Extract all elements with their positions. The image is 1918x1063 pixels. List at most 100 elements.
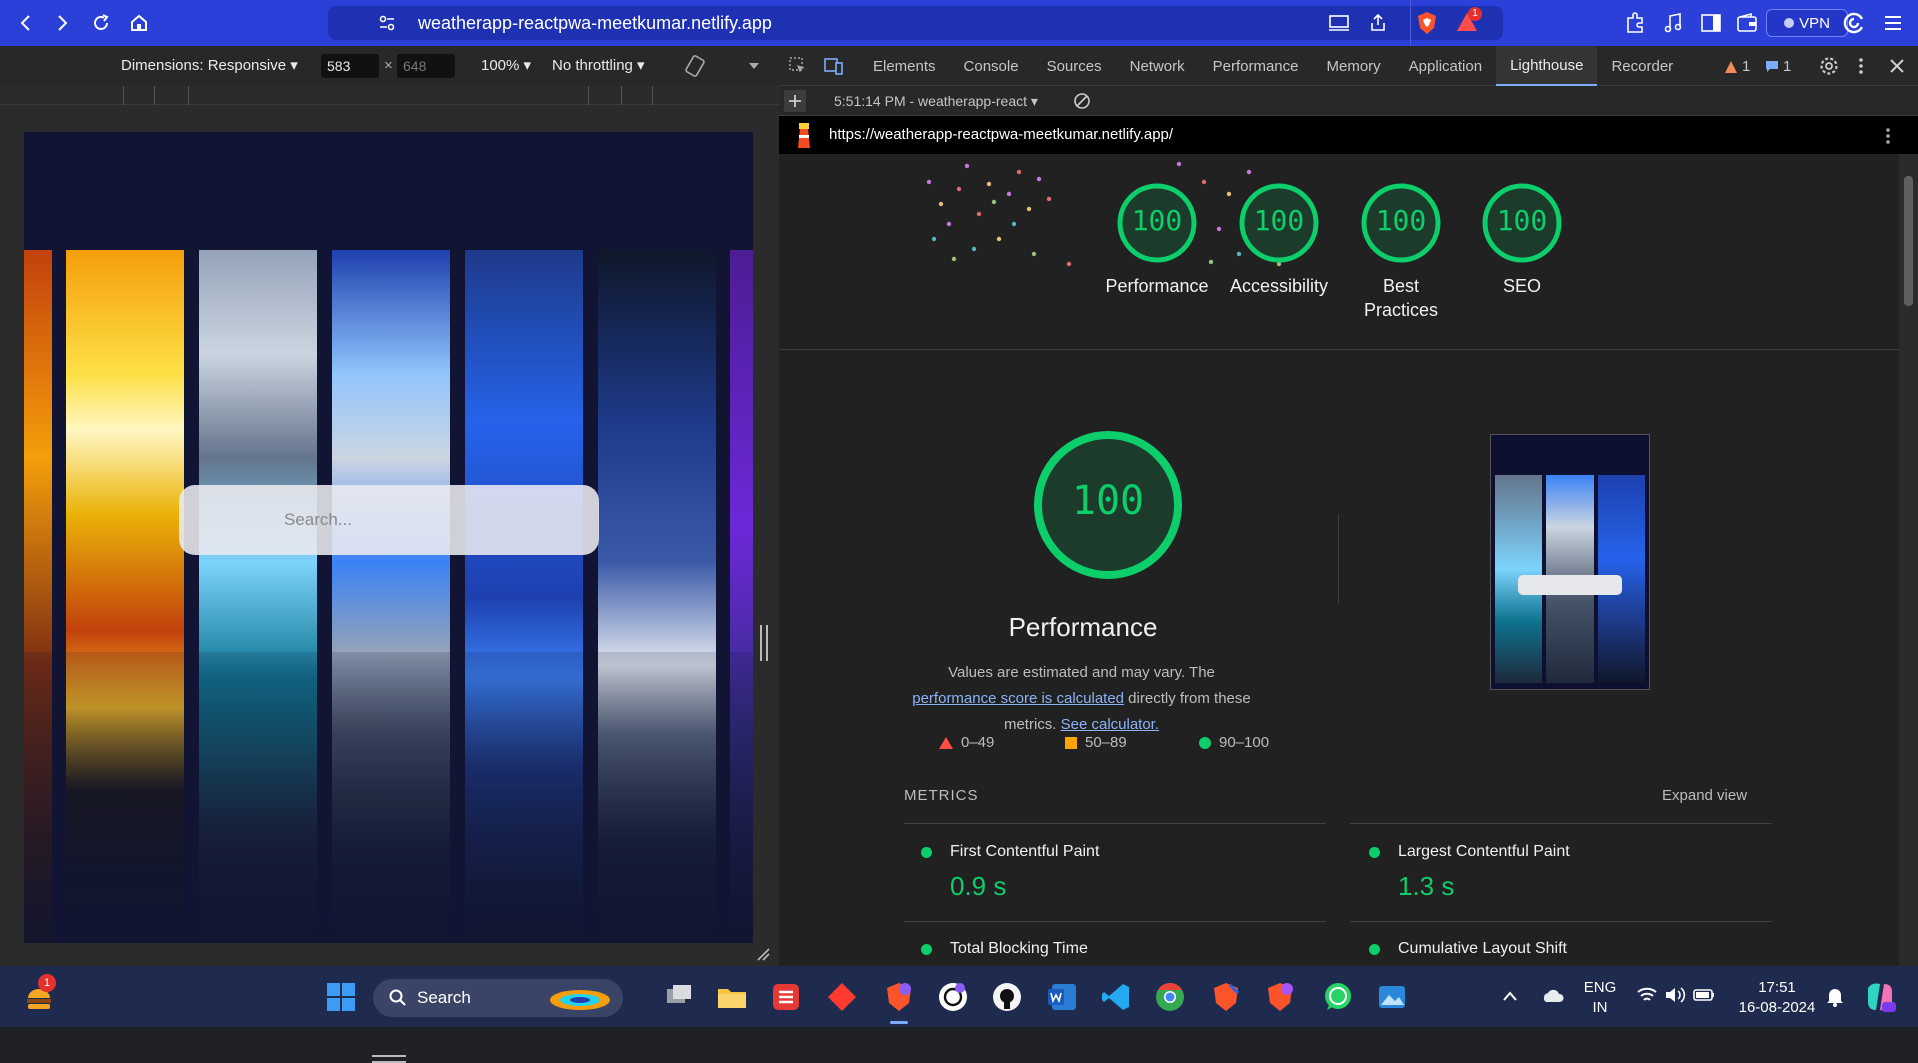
- volume-icon[interactable]: [1664, 986, 1686, 1004]
- rotate-icon[interactable]: [683, 54, 707, 78]
- tab-application[interactable]: Application: [1395, 46, 1496, 86]
- clear-reports-icon[interactable]: [1073, 92, 1091, 110]
- widgets-button[interactable]: 1: [22, 974, 56, 1014]
- height-input[interactable]: 648: [397, 54, 455, 78]
- forward-button[interactable]: [44, 5, 80, 41]
- menu-icon[interactable]: [1882, 12, 1904, 34]
- brave-beta-icon[interactable]: [1210, 981, 1242, 1013]
- address-bar[interactable]: weatherapp-reactpwa-meetkumar.netlify.ap…: [328, 0, 1503, 46]
- emulated-viewport: Search...: [24, 132, 753, 943]
- language-indicator[interactable]: ENG IN: [1582, 978, 1618, 1017]
- file-explorer-icon[interactable]: [716, 981, 748, 1013]
- performance-score-link[interactable]: performance score is calculated: [912, 690, 1124, 707]
- device-toggle-icon[interactable]: [824, 56, 844, 76]
- gauge-best-practices[interactable]: 100: [1360, 182, 1442, 269]
- word-icon[interactable]: [1046, 981, 1078, 1013]
- task-view-icon[interactable]: [663, 981, 695, 1013]
- zoom-dropdown[interactable]: 100% ▾: [481, 56, 531, 74]
- throttling-dropdown[interactable]: No throttling ▾: [552, 56, 645, 74]
- scrollbar-thumb[interactable]: [1904, 176, 1913, 306]
- times-sign: ×: [384, 57, 393, 74]
- gauge-seo[interactable]: 100: [1481, 182, 1563, 269]
- chrome-icon[interactable]: [1154, 981, 1186, 1013]
- battery-icon[interactable]: [1692, 986, 1716, 1004]
- tab-sources[interactable]: Sources: [1033, 46, 1116, 86]
- leo-ai-icon[interactable]: [1842, 11, 1866, 35]
- metric-cls-name: Cumulative Layout Shift: [1398, 940, 1567, 957]
- lighthouse-logo-icon: [798, 123, 810, 148]
- taskbar-search[interactable]: Search: [373, 979, 623, 1017]
- gauge-performance[interactable]: 100: [1116, 182, 1198, 269]
- wallet-icon[interactable]: [1736, 12, 1758, 34]
- resize-handle-bottom[interactable]: [372, 1055, 406, 1063]
- more-options-caret-icon[interactable]: [748, 61, 760, 71]
- metric-fcp-name: First Contentful Paint: [950, 843, 1100, 860]
- stack-app-icon[interactable]: [770, 981, 802, 1013]
- vpn-button[interactable]: VPN: [1766, 9, 1848, 37]
- tab-elements[interactable]: Elements: [859, 46, 950, 86]
- tab-memory[interactable]: Memory: [1313, 46, 1395, 86]
- expand-view-button[interactable]: Expand view: [1662, 787, 1747, 804]
- search-input[interactable]: Search...: [179, 485, 599, 555]
- extensions-icon[interactable]: [1624, 12, 1646, 34]
- onedrive-cloud-icon[interactable]: [1540, 986, 1564, 1004]
- cast-icon[interactable]: [1328, 14, 1350, 32]
- windows-start-icon[interactable]: [326, 982, 356, 1012]
- cls-pass-dot: [1369, 944, 1380, 955]
- reload-button[interactable]: [83, 5, 119, 41]
- resize-corner-icon[interactable]: [756, 947, 770, 961]
- see-calculator-link[interactable]: See calculator.: [1061, 716, 1159, 733]
- performance-main-gauge: 100: [1033, 430, 1183, 585]
- site-settings-icon[interactable]: [378, 14, 396, 32]
- github-icon[interactable]: [991, 981, 1023, 1013]
- pass-circle-icon: [1199, 737, 1211, 750]
- back-button[interactable]: [8, 5, 44, 41]
- windows-taskbar: 1 Search ENG IN 17:51 16-08-2024: [0, 966, 1918, 1027]
- home-button[interactable]: [121, 5, 157, 41]
- tab-network[interactable]: Network: [1116, 46, 1199, 86]
- gauge-score-performance: 100: [1131, 204, 1183, 237]
- brave-shields-icon[interactable]: [1416, 11, 1438, 35]
- tab-lighthouse[interactable]: Lighthouse: [1496, 46, 1598, 86]
- clock[interactable]: 17:51 16-08-2024: [1726, 978, 1828, 1017]
- copilot-icon[interactable]: [1862, 980, 1898, 1014]
- new-report-icon[interactable]: [784, 90, 806, 112]
- report-menu-icon[interactable]: [1884, 126, 1892, 146]
- settings-gear-icon[interactable]: [1819, 56, 1839, 76]
- resize-handle-right[interactable]: [760, 625, 768, 661]
- warnings-counter[interactable]: 1: [1724, 58, 1750, 75]
- metrics-divider-right-2: [1350, 921, 1772, 922]
- whatsapp-icon[interactable]: [1322, 981, 1354, 1013]
- gauge-label-best-practices: Best Practices: [1363, 276, 1439, 321]
- kebab-menu-icon[interactable]: [1857, 56, 1865, 76]
- gauge-accessibility[interactable]: 100: [1238, 182, 1320, 269]
- messages-counter[interactable]: 1: [1765, 58, 1791, 75]
- share-icon[interactable]: [1368, 13, 1388, 33]
- dimensions-dropdown[interactable]: Dimensions: Responsive ▾: [121, 56, 298, 74]
- device-toolbar: Dimensions: Responsive ▾ 583 × 648 100% …: [0, 46, 779, 86]
- notification-bell-icon[interactable]: [1826, 987, 1844, 1007]
- metric-lcp-name: Largest Contentful Paint: [1398, 843, 1570, 860]
- photos-icon[interactable]: [1376, 981, 1408, 1013]
- browser-toolbar: weatherapp-reactpwa-meetkumar.netlify.ap…: [0, 0, 1918, 46]
- brave-rewards-button[interactable]: 1: [1456, 7, 1482, 35]
- report-scrollbar[interactable]: [1899, 154, 1918, 966]
- brave-nightly-taskbar-icon[interactable]: [883, 981, 915, 1013]
- tab-console[interactable]: Console: [950, 46, 1033, 86]
- tray-overflow-chevron-icon[interactable]: [1502, 990, 1518, 1002]
- tab-recorder[interactable]: Recorder: [1597, 46, 1687, 86]
- tab-performance[interactable]: Performance: [1199, 46, 1313, 86]
- sidebar-icon[interactable]: [1700, 12, 1722, 34]
- final-screenshot-thumbnail[interactable]: [1490, 434, 1650, 690]
- report-selector[interactable]: 5:51:14 PM - weatherapp-react ▾: [834, 93, 1038, 110]
- brave-dev-icon[interactable]: [1264, 981, 1296, 1013]
- close-devtools-icon[interactable]: [1889, 58, 1905, 74]
- wifi-icon[interactable]: [1636, 986, 1658, 1004]
- diamond-app-icon[interactable]: [826, 981, 858, 1013]
- width-input[interactable]: 583: [321, 54, 379, 78]
- inspect-element-icon[interactable]: [789, 57, 807, 75]
- section-divider: [779, 349, 1899, 350]
- vscode-icon[interactable]: [1100, 981, 1132, 1013]
- music-icon[interactable]: [1662, 12, 1684, 34]
- chatgpt-icon[interactable]: [937, 981, 969, 1013]
